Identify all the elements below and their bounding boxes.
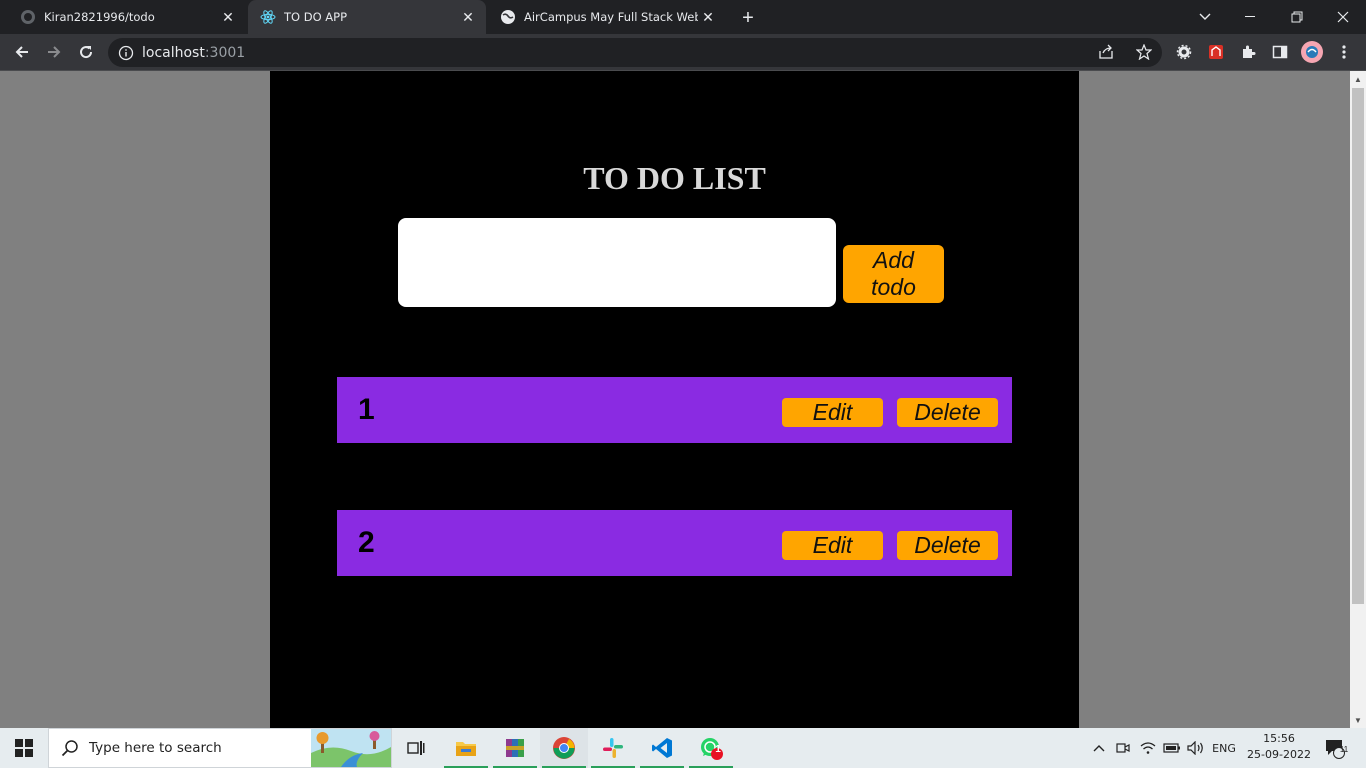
extension-red-icon[interactable] [1202, 38, 1230, 66]
vscode-icon[interactable] [638, 728, 686, 768]
todo-item: 2 Edit Delete [337, 510, 1012, 576]
close-icon[interactable]: ✕ [698, 7, 718, 27]
battery-icon[interactable] [1161, 728, 1183, 768]
minimize-icon[interactable] [1228, 0, 1274, 34]
bookmark-star-icon[interactable] [1135, 43, 1153, 65]
page-scrollbar[interactable]: ▲ ▼ [1350, 71, 1366, 728]
url-host: localhost [142, 44, 205, 61]
todo-text: 2 [358, 526, 375, 559]
tab-title: TO DO APP [284, 10, 348, 24]
url-port: :3001 [204, 44, 246, 61]
forward-icon[interactable] [40, 38, 68, 66]
delete-button[interactable]: Delete [897, 531, 998, 560]
add-todo-label-line1: Add [873, 247, 914, 273]
taskbar-search-box[interactable]: Type here to search [48, 728, 392, 768]
side-panel-icon[interactable] [1266, 38, 1294, 66]
chrome-menu-icon[interactable] [1330, 38, 1358, 66]
scroll-up-icon[interactable]: ▲ [1350, 71, 1366, 87]
language-indicator[interactable]: ENG [1209, 728, 1239, 768]
close-window-icon[interactable] [1320, 0, 1366, 34]
tab-github[interactable]: Kiran2821996/todo ✕ [8, 0, 246, 34]
todo-app: TO DO LIST Add todo 1 Edit Delete 2 Edit … [270, 71, 1079, 728]
windows-start-icon[interactable] [0, 728, 48, 768]
volume-icon[interactable] [1185, 728, 1207, 768]
add-todo-label-line2: todo [871, 274, 916, 300]
edit-button[interactable]: Edit [782, 398, 883, 427]
clock-date: 25-09-2022 [1247, 748, 1311, 761]
globe-icon [500, 9, 516, 25]
scroll-down-icon[interactable]: ▼ [1350, 712, 1366, 728]
close-icon[interactable]: ✕ [458, 7, 478, 27]
winrar-icon[interactable] [491, 728, 539, 768]
close-icon[interactable]: ✕ [218, 7, 238, 27]
file-explorer-icon[interactable] [442, 728, 490, 768]
scrollbar-thumb[interactable] [1352, 88, 1364, 604]
whatsapp-icon[interactable]: 1 [687, 728, 735, 768]
slack-icon[interactable] [589, 728, 637, 768]
notifications-icon[interactable]: 11 [1320, 728, 1350, 768]
new-tab-button[interactable]: + [734, 4, 762, 32]
tab-aircampus[interactable]: AirCampus May Full Stack Web D ✕ [488, 0, 726, 34]
react-icon [260, 9, 276, 25]
extensions-puzzle-icon[interactable] [1234, 38, 1262, 66]
show-hidden-icons-icon[interactable] [1089, 728, 1109, 768]
page-title: TO DO LIST [583, 160, 766, 196]
tab-title: AirCampus May Full Stack Web D [524, 10, 698, 24]
extension-gear-icon[interactable] [1170, 38, 1198, 66]
meet-now-icon[interactable] [1113, 728, 1133, 768]
wifi-icon[interactable] [1137, 728, 1159, 768]
share-icon[interactable] [1098, 44, 1114, 65]
browser-toolbar: localhost:3001 [0, 34, 1366, 71]
search-placeholder: Type here to search [89, 740, 222, 756]
taskbar-clock[interactable]: 15:56 25-09-2022 [1240, 731, 1318, 763]
chrome-taskbar-icon[interactable] [540, 728, 588, 768]
search-highlight-illustration-icon [311, 729, 391, 767]
task-view-icon[interactable] [392, 728, 440, 768]
restore-icon[interactable] [1274, 0, 1320, 34]
whatsapp-badge: 1 [715, 744, 721, 755]
page-viewport: TO DO LIST Add todo 1 Edit Delete 2 Edit … [0, 71, 1350, 728]
search-icon [61, 739, 79, 757]
back-icon[interactable] [8, 38, 36, 66]
tab-todo-app[interactable]: TO DO APP ✕ [248, 0, 486, 34]
browser-tab-strip: Kiran2821996/todo ✕ TO DO APP ✕ AirCampu… [0, 0, 1366, 34]
todo-item: 1 Edit Delete [337, 377, 1012, 443]
site-info-icon[interactable] [118, 45, 134, 61]
todo-text: 1 [358, 393, 375, 426]
profile-avatar-icon[interactable] [1298, 38, 1326, 66]
notifications-count: 11 [1339, 745, 1349, 754]
clock-time: 15:56 [1263, 732, 1295, 745]
add-todo-button[interactable]: Add todo [843, 245, 944, 303]
windows-taskbar: Type here to search 1 ENG 15:56 25-09-20… [0, 728, 1366, 768]
address-bar[interactable]: localhost:3001 [108, 38, 1162, 67]
reload-icon[interactable] [72, 38, 100, 66]
edit-button[interactable]: Edit [782, 531, 883, 560]
tab-search-icon[interactable] [1182, 0, 1228, 34]
delete-button[interactable]: Delete [897, 398, 998, 427]
github-icon [20, 9, 36, 25]
tab-title: Kiran2821996/todo [44, 10, 155, 24]
todo-input[interactable] [398, 218, 836, 307]
